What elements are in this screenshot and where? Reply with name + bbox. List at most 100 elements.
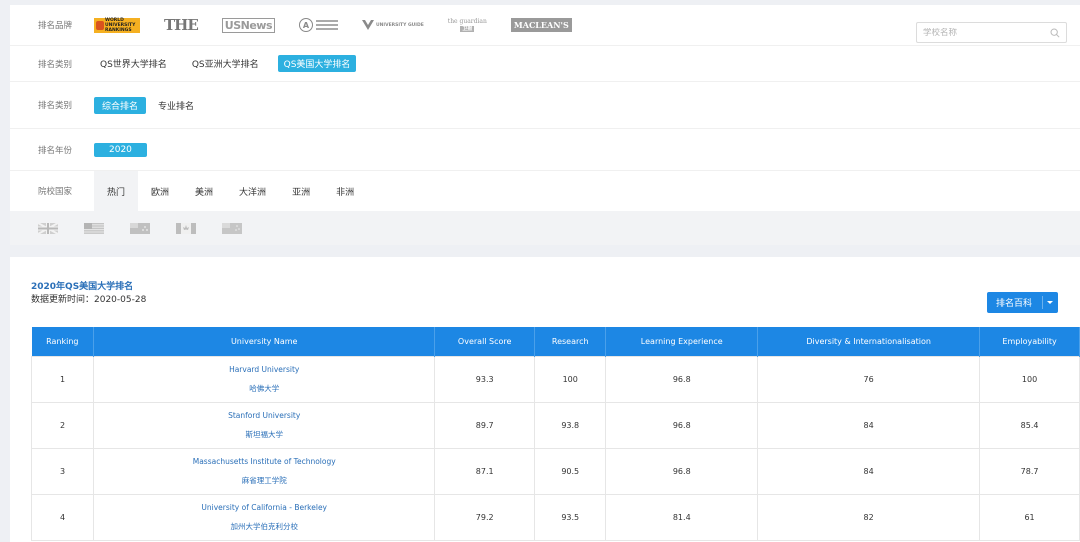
learning-experience-cell: 81.4: [605, 493, 759, 541]
usnews-rankings-logo[interactable]: USNews: [221, 17, 276, 33]
cug-logo-text: UNIVERSITY GUIDE: [376, 22, 424, 28]
type-option-subject[interactable]: 专业排名: [152, 97, 200, 114]
arwu-rankings-logo[interactable]: A: [299, 18, 339, 32]
country-filter-label: 院校国家: [38, 187, 73, 197]
macleans-rankings-logo[interactable]: MACLEAN'S: [510, 18, 572, 32]
brand-filter-label: 排名品牌: [38, 21, 73, 31]
school-search-input[interactable]: [923, 27, 1050, 38]
diversity-cell: 84: [757, 447, 981, 495]
research-cell: 93.8: [534, 401, 607, 449]
table-row: 4 University of California - Berkeley 加州…: [30, 493, 1080, 541]
column-header-employability[interactable]: Employability: [979, 327, 1080, 356]
table-row: 2 Stanford University 斯坦福大学 89.7 93.8 96…: [30, 401, 1080, 449]
university-name-cn-link[interactable]: 斯坦福大学: [94, 425, 434, 444]
the-rankings-logo[interactable]: THE: [164, 16, 199, 34]
uk-flag-icon[interactable]: [38, 222, 58, 234]
guardian-rankings-logo[interactable]: the guardian 卫报: [447, 17, 487, 32]
data-updated-time: 数据更新时间：2020-05-28: [31, 295, 147, 305]
nz-flag-icon[interactable]: [222, 222, 242, 234]
qs-logo-text: RANKINGS: [105, 27, 132, 33]
research-cell: 100: [534, 355, 607, 403]
column-header-learning-experience[interactable]: Learning Experience: [605, 327, 759, 356]
us-flag-icon[interactable]: [84, 222, 104, 234]
category-options: QS世界大学排名 QS亚洲大学排名 QS美国大学排名: [94, 55, 369, 72]
country-tab-europe[interactable]: 欧洲: [138, 171, 182, 211]
diversity-cell: 82: [757, 493, 981, 541]
ranking-table: Ranking University Name Overall Score Re…: [30, 327, 1080, 541]
column-header-research[interactable]: Research: [534, 327, 607, 356]
cug-v-icon: [362, 20, 375, 30]
type-filter-label: 排名类别: [38, 101, 73, 111]
university-name-en-link[interactable]: Massachusetts Institute of Technology: [94, 452, 434, 471]
university-name-cn-link[interactable]: 麻省理工学院: [94, 471, 434, 490]
employability-cell: 61: [979, 493, 1080, 541]
employability-cell: 100: [979, 355, 1080, 403]
button-separator: [1042, 296, 1043, 309]
ca-flag-icon[interactable]: [176, 222, 196, 234]
university-name-en-link[interactable]: Stanford University: [94, 406, 434, 425]
cug-logo-mark: UNIVERSITY GUIDE: [362, 20, 424, 30]
learning-experience-cell: 96.8: [605, 447, 759, 495]
university-name-cell: University of California - Berkeley 加州大学…: [93, 493, 436, 541]
ranking-panel: 2020年QS美国大学排名 数据更新时间：2020-05-28 排名百科 Ran…: [10, 257, 1080, 542]
research-cell: 93.5: [534, 493, 607, 541]
diversity-cell: 76: [757, 355, 981, 403]
university-name-en-link[interactable]: Harvard University: [94, 360, 434, 379]
category-filter-label: 排名类别: [38, 59, 73, 70]
year-option-2020[interactable]: 2020: [94, 142, 147, 157]
rank-cell: 3: [30, 447, 95, 495]
country-filter-row: 院校国家 热门 欧洲 美洲 大洋洲 亚洲 非洲: [10, 171, 1080, 211]
year-filter-label: 排名年份: [38, 145, 73, 156]
research-cell: 90.5: [534, 447, 607, 495]
complete-university-guide-logo[interactable]: UNIVERSITY GUIDE: [362, 20, 424, 30]
country-flag-list: [10, 211, 1080, 245]
ranking-wiki-label: 排名百科: [996, 299, 1033, 309]
university-name-cn-link[interactable]: 哈佛大学: [94, 379, 434, 398]
column-header-overall-score[interactable]: Overall Score: [434, 327, 536, 356]
category-filter-row: 排名类别 QS世界大学排名 QS亚洲大学排名 QS美国大学排名: [10, 46, 1080, 82]
caret-down-icon: [1047, 301, 1053, 304]
employability-cell: 85.4: [979, 401, 1080, 449]
university-name-cell: Massachusetts Institute of Technology 麻省…: [93, 447, 436, 495]
country-tab-oceania[interactable]: 大洋洲: [226, 171, 279, 211]
search-icon[interactable]: [1050, 28, 1060, 38]
column-header-university-name[interactable]: University Name: [93, 327, 436, 356]
qs-rankings-logo[interactable]: WORLD UNIVERSITY RANKINGS: [94, 17, 140, 33]
overall-score-cell: 79.2: [434, 493, 536, 541]
brand-filter-row: 排名品牌 WORLD UNIVERSITY RANKINGS THE USNew…: [10, 5, 1080, 46]
university-name-cn-link[interactable]: 加州大学伯克利分校: [94, 517, 434, 536]
overall-score-cell: 87.1: [434, 447, 536, 495]
guardian-logo-sub: 卫报: [460, 25, 475, 32]
university-name-cell: Harvard University 哈佛大学: [93, 355, 436, 403]
learning-experience-cell: 96.8: [605, 401, 759, 449]
category-option-qs-world[interactable]: QS世界大学排名: [94, 55, 173, 72]
au-flag-icon[interactable]: [130, 222, 150, 234]
category-option-qs-asia[interactable]: QS亚洲大学排名: [186, 55, 265, 72]
category-option-qs-us[interactable]: QS美国大学排名: [277, 55, 357, 72]
university-name-cell: Stanford University 斯坦福大学: [93, 401, 436, 449]
ranking-title: 2020年QS美国大学排名: [31, 282, 134, 292]
employability-cell: 78.7: [979, 447, 1080, 495]
filter-panel: 排名品牌 WORLD UNIVERSITY RANKINGS THE USNew…: [10, 5, 1080, 245]
rank-cell: 2: [30, 401, 95, 449]
school-search-box: [916, 22, 1067, 43]
type-option-overall[interactable]: 综合排名: [94, 96, 147, 114]
country-tab-hot[interactable]: 热门: [94, 171, 139, 211]
table-row: 3 Massachusetts Institute of Technology …: [30, 447, 1080, 495]
overall-score-cell: 89.7: [434, 401, 536, 449]
arwu-logo-mark: A: [299, 18, 314, 32]
table-header-row: Ranking University Name Overall Score Re…: [31, 327, 1080, 356]
rank-cell: 1: [30, 355, 95, 403]
guardian-logo-text: the guardian: [447, 17, 487, 25]
ranking-wiki-dropdown-button[interactable]: 排名百科: [987, 292, 1058, 313]
country-tab-america[interactable]: 美洲: [182, 171, 226, 211]
university-name-en-link[interactable]: University of California - Berkeley: [94, 498, 434, 517]
country-tab-africa[interactable]: 非洲: [323, 171, 367, 211]
country-tab-asia[interactable]: 亚洲: [279, 171, 323, 211]
column-header-ranking[interactable]: Ranking: [31, 327, 95, 356]
type-options: 综合排名 专业排名: [94, 96, 213, 114]
brand-logo-list: WORLD UNIVERSITY RANKINGS THE USNews A U…: [94, 16, 596, 34]
column-header-diversity[interactable]: Diversity & Internationalisation: [757, 327, 981, 356]
rank-cell: 4: [30, 493, 95, 541]
type-filter-row: 排名类别 综合排名 专业排名: [10, 82, 1080, 129]
